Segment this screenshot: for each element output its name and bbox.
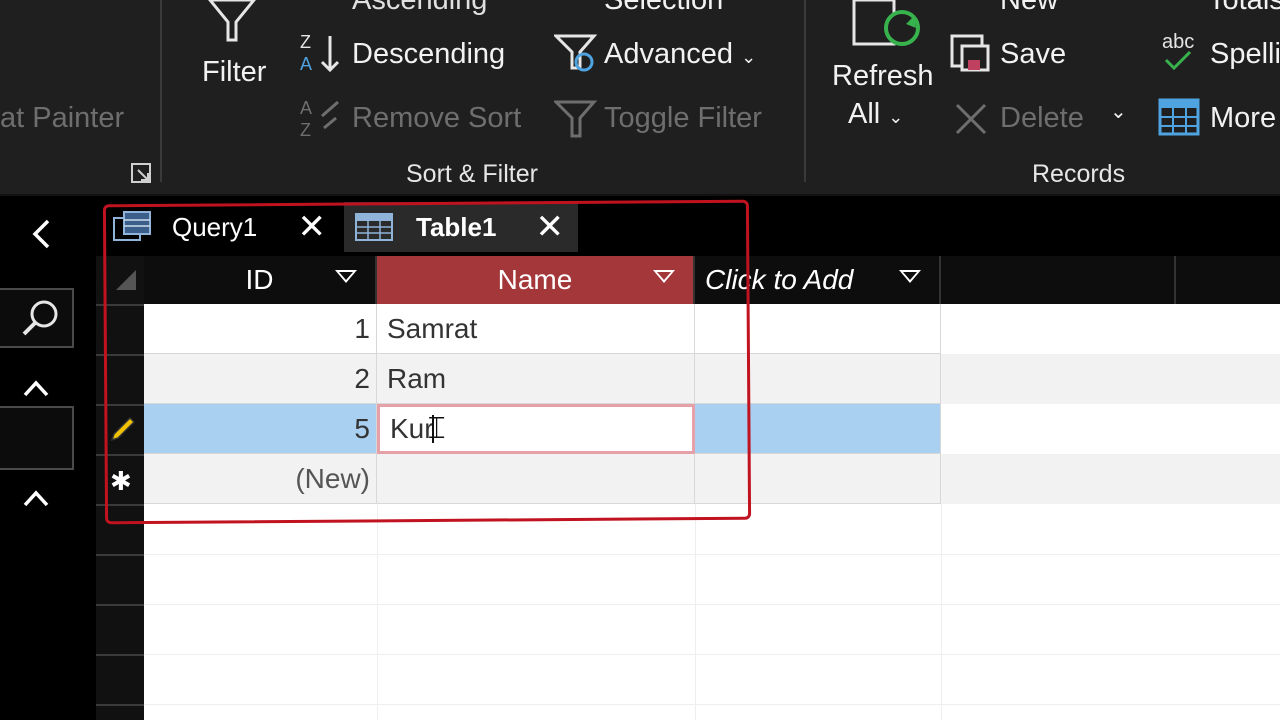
datasheet: ✱ ID Name Click to Add 1 Samrat 2 Ram 5 …	[96, 256, 1280, 720]
advanced-button[interactable]: Advanced ⌄	[604, 40, 756, 69]
table-icon	[355, 213, 393, 241]
new-record-button[interactable]: New	[1000, 0, 1058, 15]
nav-section-chevron-up-icon[interactable]	[22, 480, 50, 514]
document-tab-bar: Query1 ✕ Table1 ✕	[96, 196, 1280, 256]
svg-text:abc: abc	[1162, 31, 1194, 53]
selection-button[interactable]: Selection	[604, 0, 723, 15]
save-button[interactable]: Save	[1000, 40, 1066, 69]
column-header-id[interactable]: ID	[144, 256, 377, 304]
edit-pencil-icon	[110, 416, 136, 442]
ascending-button[interactable]: Ascending	[352, 0, 487, 15]
more-button[interactable]: More	[1210, 104, 1276, 133]
column-header-label: ID	[245, 264, 274, 295]
remove-sort-icon: A Z	[300, 98, 339, 140]
ibeam-cursor-icon: ⌶	[427, 412, 446, 445]
select-all-corner-icon[interactable]	[114, 268, 138, 292]
table-row-selected[interactable]: 5 Kur ⌶	[144, 404, 1280, 454]
tab-label: Query1	[172, 211, 258, 242]
spelling-button[interactable]: Spelli	[1210, 40, 1280, 69]
cell-name-editing[interactable]: Kur ⌶	[377, 404, 695, 454]
sort-descending-icon: Z A	[300, 32, 340, 74]
tab-label: Table1	[416, 211, 497, 242]
toggle-filter-icon	[554, 100, 598, 138]
nav-group-box[interactable]	[0, 406, 74, 470]
filter-button[interactable]: Filter	[202, 58, 266, 87]
cell-id[interactable]: 5	[144, 404, 377, 454]
format-painter-button[interactable]: at Painter	[0, 104, 124, 133]
column-header-name[interactable]: Name	[377, 256, 695, 304]
filter-funnel-icon	[208, 0, 256, 42]
ribbon: Ascending Selection New Totals at Painte…	[0, 0, 1280, 196]
chevron-down-icon: ⌄	[888, 107, 904, 127]
column-header-empty	[941, 256, 1176, 304]
column-dropdown-arrow-icon[interactable]	[653, 270, 675, 283]
cell-id-new[interactable]: (New)	[144, 454, 377, 504]
cell-name[interactable]: Samrat	[377, 304, 695, 354]
toggle-filter-button[interactable]: Toggle Filter	[604, 104, 762, 133]
tab-table1[interactable]: Table1 ✕	[344, 202, 578, 252]
totals-button[interactable]: Totals	[1208, 0, 1280, 15]
close-tab-icon[interactable]: ✕	[536, 210, 565, 244]
column-header-empty	[1176, 256, 1280, 304]
save-icon	[950, 34, 990, 72]
cell-name[interactable]: Ram	[377, 354, 695, 404]
tab-query1[interactable]: Query1 ✕	[106, 202, 340, 252]
cell-click-to-add[interactable]	[695, 304, 941, 354]
svg-text:Z: Z	[300, 120, 311, 140]
delete-icon	[955, 103, 987, 135]
refresh-all-label[interactable]: Refresh	[832, 62, 934, 91]
descending-button[interactable]: Descending	[352, 40, 505, 69]
column-header-label: Name	[497, 264, 573, 295]
dialog-launcher-icon[interactable]	[130, 162, 154, 186]
new-record-asterisk-icon: ✱	[110, 466, 132, 496]
group-label-sort-filter: Sort & Filter	[406, 160, 538, 188]
collapse-nav-chevron-left-icon[interactable]	[30, 218, 52, 256]
more-table-icon	[1158, 98, 1200, 136]
cell-id[interactable]: 2	[144, 354, 377, 404]
spelling-icon: abc	[1162, 31, 1194, 71]
nav-search-box[interactable]	[0, 288, 74, 348]
advanced-filter-icon	[554, 34, 598, 72]
chevron-down-icon: ⌄	[741, 47, 757, 67]
svg-text:A: A	[300, 54, 312, 74]
column-header-click-to-add[interactable]: Click to Add	[695, 256, 941, 304]
cell-click-to-add[interactable]	[695, 404, 941, 454]
nav-section-chevron-up-icon[interactable]	[22, 370, 50, 404]
column-dropdown-arrow-icon[interactable]	[335, 270, 357, 283]
cell-name[interactable]	[377, 454, 695, 504]
refresh-icon	[852, 0, 920, 46]
delete-button[interactable]: Delete	[1000, 104, 1084, 133]
table-row[interactable]: 1 Samrat	[144, 304, 1280, 354]
cell-click-to-add[interactable]	[695, 454, 941, 504]
delete-dropdown-chevron-icon[interactable]: ⌄	[1110, 102, 1127, 122]
group-label-records: Records	[1032, 160, 1126, 188]
column-dropdown-arrow-icon[interactable]	[899, 270, 921, 283]
close-tab-icon[interactable]: ✕	[298, 210, 327, 244]
refresh-all-button[interactable]: All ⌄	[848, 100, 903, 129]
table-row[interactable]: 2 Ram	[144, 354, 1280, 404]
remove-sort-button[interactable]: Remove Sort	[352, 104, 521, 133]
svg-text:Z: Z	[300, 32, 311, 52]
cell-click-to-add[interactable]	[695, 354, 941, 404]
cell-id[interactable]: 1	[144, 304, 377, 354]
svg-text:A: A	[300, 98, 312, 118]
record-selector-column: ✱	[96, 256, 144, 720]
search-icon	[22, 300, 58, 336]
table-row-new[interactable]: (New)	[144, 454, 1280, 504]
query-icon	[113, 211, 151, 241]
column-header-label: Click to Add	[705, 264, 854, 295]
